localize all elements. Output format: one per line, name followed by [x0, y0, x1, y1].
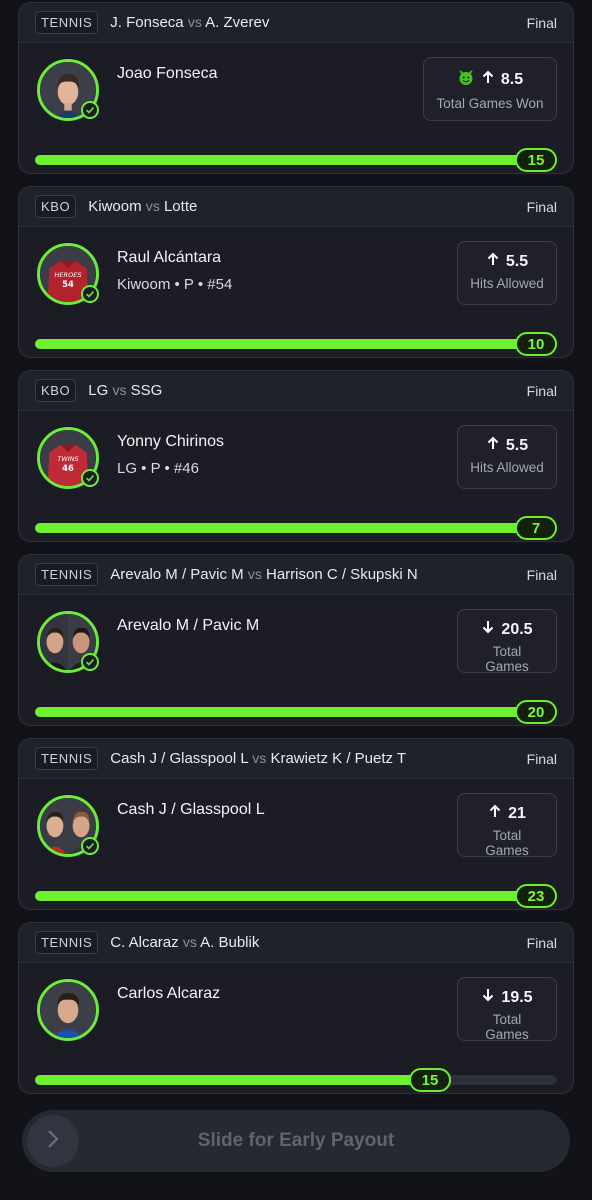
player-name: Arevalo M / Pavic M	[117, 617, 260, 634]
card-header: TENNIS C. Alcaraz vs A. Bublik Final	[19, 923, 573, 963]
player-name: Raul Alcántara	[117, 249, 222, 266]
arrow-up-icon	[486, 252, 500, 271]
prop-line-value: 5.5	[505, 252, 529, 270]
prop-line-box: 5.5 Hits Allowed	[457, 425, 557, 489]
svg-text:46: 46	[62, 463, 74, 473]
league-tag: TENNIS	[35, 563, 99, 586]
progress-fill	[35, 891, 557, 901]
prop-line-value: 8.5	[500, 70, 524, 88]
prop-line-box: 20.5 Total Games	[457, 609, 557, 674]
arrow-up-icon	[481, 70, 495, 89]
league-tag: TENNIS	[35, 747, 99, 770]
arrow-down-icon	[481, 620, 495, 639]
player-name: Cash J / Glasspool L	[117, 801, 265, 818]
matchup: LG vs SSG	[88, 382, 163, 399]
progress-fill	[35, 523, 557, 533]
matchup: Arevalo M / Pavic M vs Harrison C / Skup…	[110, 566, 418, 583]
early-payout-slider[interactable]: Slide for Early Payout	[22, 1110, 570, 1172]
prop-line-box: 19.5 Total Games	[457, 977, 557, 1042]
check-icon	[81, 469, 99, 487]
arrow-down-icon	[481, 988, 495, 1007]
pick-card[interactable]: TENNIS Arevalo M / Pavic M vs Harrison C…	[18, 554, 574, 726]
pick-card[interactable]: TENNIS C. Alcaraz vs A. Bublik Final Car…	[18, 922, 574, 1094]
progress-fill	[35, 155, 557, 165]
progress-track: 20	[35, 700, 557, 724]
check-icon	[81, 101, 99, 119]
matchup: Cash J / Glasspool L vs Krawietz K / Pue…	[110, 750, 407, 767]
pick-card[interactable]: TENNIS Cash J / Glasspool L vs Krawietz …	[18, 738, 574, 910]
matchup: Kiwoom vs Lotte	[88, 198, 198, 215]
result-value: 15	[409, 1068, 451, 1092]
svg-text:HEROES: HEROES	[55, 271, 82, 279]
player-details: LG • P • #46	[117, 460, 199, 477]
prop-line-value: 21	[508, 804, 526, 822]
league-tag: KBO	[35, 195, 77, 218]
progress-track: 15	[35, 148, 557, 172]
player-avatar	[37, 979, 99, 1041]
game-status: Final	[526, 934, 557, 951]
svg-text:54: 54	[62, 279, 74, 289]
game-status: Final	[526, 750, 557, 767]
prop-line-box: 8.5 Total Games Won	[423, 57, 557, 121]
result-value: 10	[515, 332, 557, 356]
pick-card[interactable]: KBO Kiwoom vs Lotte Final HEROES 54 Raul…	[18, 186, 574, 358]
pick-card[interactable]: TENNIS J. Fonseca vs A. Zverev Final Joa…	[18, 2, 574, 174]
prop-line-value: 19.5	[501, 988, 533, 1006]
player-name: Carlos Alcaraz	[117, 985, 221, 1002]
progress-fill	[35, 707, 557, 717]
prop-line-box: 21 Total Games	[457, 793, 557, 858]
prop-line-value: 20.5	[501, 620, 533, 638]
progress-track: 10	[35, 332, 557, 356]
player-name: Yonny Chirinos	[117, 433, 225, 450]
result-value: 23	[515, 884, 557, 908]
league-tag: TENNIS	[35, 931, 99, 954]
prop-stat: Total Games	[485, 1012, 529, 1042]
progress-track: 7	[35, 516, 557, 540]
game-status: Final	[526, 566, 557, 583]
player-name: Joao Fonseca	[117, 65, 218, 82]
progress-fill	[35, 1075, 437, 1085]
matchup: C. Alcaraz vs A. Bublik	[110, 934, 260, 951]
progress-fill	[35, 339, 557, 349]
arrow-up-icon	[488, 804, 502, 823]
check-icon	[81, 285, 99, 303]
game-status: Final	[526, 382, 557, 399]
league-tag: KBO	[35, 379, 77, 402]
card-header: TENNIS Arevalo M / Pavic M vs Harrison C…	[19, 555, 573, 595]
result-value: 20	[515, 700, 557, 724]
prop-stat: Total Games Won	[436, 96, 544, 111]
matchup: J. Fonseca vs A. Zverev	[110, 14, 270, 31]
player-details: Kiwoom • P • #54	[117, 276, 233, 293]
devil-emoji-icon	[457, 68, 475, 91]
game-status: Final	[526, 14, 557, 31]
card-header: TENNIS Cash J / Glasspool L vs Krawietz …	[19, 739, 573, 779]
result-value: 7	[515, 516, 557, 540]
prop-stat: Total Games	[485, 644, 529, 674]
card-header: KBO Kiwoom vs Lotte Final	[19, 187, 573, 227]
slider-label: Slide for Early Payout	[197, 1130, 395, 1151]
prop-stat: Hits Allowed	[470, 460, 544, 475]
progress-track: 23	[35, 884, 557, 908]
card-header: TENNIS J. Fonseca vs A. Zverev Final	[19, 3, 573, 43]
league-tag: TENNIS	[35, 11, 99, 34]
prop-line-box: 5.5 Hits Allowed	[457, 241, 557, 305]
game-status: Final	[526, 198, 557, 215]
check-icon	[81, 653, 99, 671]
result-value: 15	[515, 148, 557, 172]
progress-track: 15	[35, 1068, 557, 1092]
card-header: KBO LG vs SSG Final	[19, 371, 573, 411]
prop-stat: Hits Allowed	[470, 276, 544, 291]
prop-stat: Total Games	[485, 828, 529, 858]
arrow-up-icon	[486, 436, 500, 455]
pick-card[interactable]: KBO LG vs SSG Final TWINS 46 Yonny Chiri…	[18, 370, 574, 542]
svg-text:TWINS: TWINS	[57, 455, 78, 463]
prop-line-value: 5.5	[505, 436, 529, 454]
check-icon	[81, 837, 99, 855]
